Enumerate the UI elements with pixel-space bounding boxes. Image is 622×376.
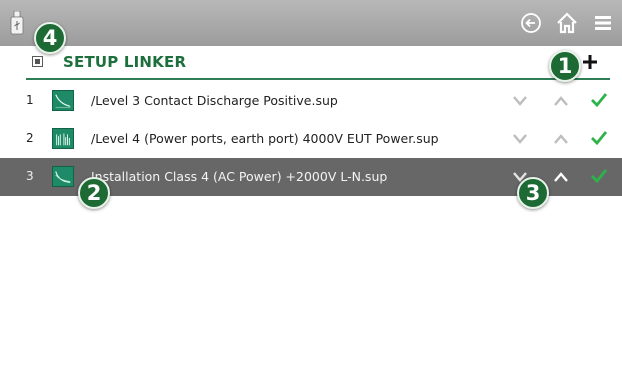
move-up-button[interactable] bbox=[553, 94, 569, 108]
row-number: 1 bbox=[26, 93, 34, 107]
chevron-down-icon bbox=[513, 134, 527, 144]
setup-file-name: /Level 3 Contact Discharge Positive.sup bbox=[91, 93, 338, 108]
menu-button[interactable] bbox=[590, 10, 616, 36]
enable-checkbox[interactable] bbox=[590, 129, 608, 147]
callout-badge: 4 bbox=[34, 22, 66, 54]
home-icon bbox=[557, 12, 577, 34]
enable-checkbox[interactable] bbox=[590, 91, 608, 109]
page-title: SETUP LINKER bbox=[63, 53, 187, 71]
usb-icon bbox=[10, 11, 24, 35]
checkmark-icon bbox=[591, 169, 608, 184]
home-button[interactable] bbox=[554, 10, 580, 36]
header-divider bbox=[26, 78, 610, 80]
callout-badge: 2 bbox=[78, 177, 110, 209]
list-item[interactable]: 2 /Level 4 (Power ports, earth port) 400… bbox=[0, 120, 622, 158]
hamburger-menu-icon bbox=[595, 16, 611, 30]
select-all-checkbox[interactable] bbox=[32, 56, 43, 67]
setup-file-name: /Level 4 (Power ports, earth port) 4000V… bbox=[91, 131, 439, 146]
row-number: 3 bbox=[26, 169, 34, 183]
chevron-up-icon bbox=[554, 172, 568, 182]
back-button[interactable] bbox=[518, 10, 544, 36]
setup-file-name: Installation Class 4 (AC Power) +2000V L… bbox=[91, 169, 388, 184]
checkmark-icon bbox=[591, 93, 608, 108]
checkmark-icon bbox=[591, 131, 608, 146]
top-bar bbox=[0, 0, 622, 46]
plus-icon bbox=[583, 55, 597, 69]
chevron-up-icon bbox=[554, 96, 568, 106]
waveform-surge-icon bbox=[52, 166, 74, 187]
list-item[interactable]: 1 /Level 3 Contact Discharge Positive.su… bbox=[0, 82, 622, 120]
callout-badge: 1 bbox=[549, 50, 581, 82]
enable-checkbox[interactable] bbox=[590, 167, 608, 185]
row-number: 2 bbox=[26, 131, 34, 145]
list-header: SETUP LINKER bbox=[0, 46, 622, 78]
add-button[interactable] bbox=[582, 54, 598, 70]
waveform-bursts-icon bbox=[52, 128, 74, 149]
move-down-button[interactable] bbox=[512, 94, 528, 108]
chevron-up-icon bbox=[554, 134, 568, 144]
back-arrow-icon bbox=[521, 13, 541, 33]
move-up-button[interactable] bbox=[553, 170, 569, 184]
callout-badge: 3 bbox=[517, 177, 549, 209]
move-up-button[interactable] bbox=[553, 132, 569, 146]
waveform-decay-icon bbox=[52, 90, 74, 111]
chevron-down-icon bbox=[513, 96, 527, 106]
move-down-button[interactable] bbox=[512, 132, 528, 146]
